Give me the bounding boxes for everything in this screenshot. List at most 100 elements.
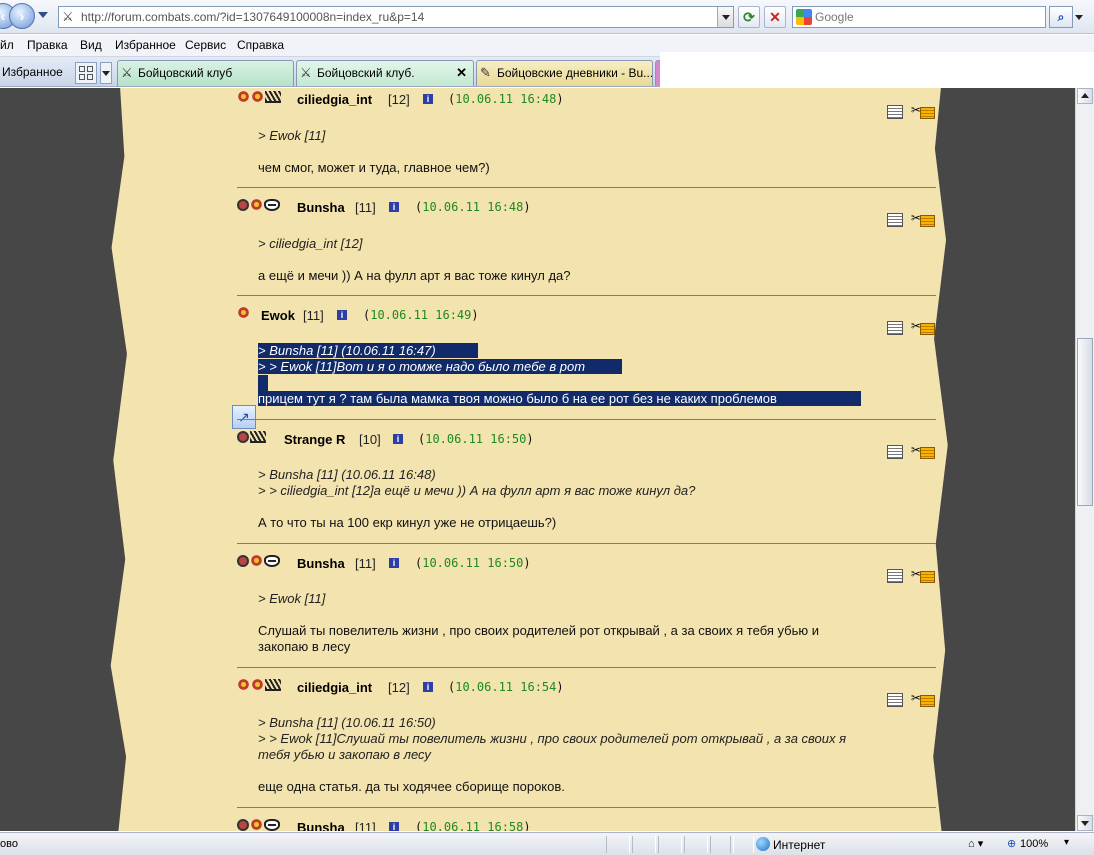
address-bar[interactable]: ⚔ http://forum.combats.com/?id=130764910… xyxy=(58,6,734,28)
user-info-icon[interactable]: i xyxy=(389,558,399,568)
post-author[interactable]: Strange R xyxy=(284,432,345,447)
quote-button[interactable]: ✂ xyxy=(911,103,936,120)
user-info-icon[interactable]: i xyxy=(423,682,433,692)
search-input[interactable]: Google xyxy=(792,6,1046,28)
post-author[interactable]: Ewok xyxy=(261,308,295,323)
post-quote: > Bunsha [11] (10.06.11 16:50) xyxy=(258,715,436,730)
vertical-scrollbar[interactable] xyxy=(1075,88,1094,831)
post-menu-icon[interactable] xyxy=(887,213,903,227)
forum-post: ciliedgia_int [12] i (10.06.11 16:54) ✂ … xyxy=(237,678,936,800)
menu-view[interactable]: Вид xyxy=(80,38,102,52)
forward-button[interactable]: › xyxy=(9,3,35,29)
post-level: [10] xyxy=(359,432,381,447)
tab-combats-2[interactable]: ⚔ Бойцовский клуб. ✕ xyxy=(296,60,474,86)
mask-icon xyxy=(264,555,280,567)
post-quote: > Ewok [11] xyxy=(258,591,326,606)
post-level: [12] xyxy=(388,680,410,695)
post-menu-icon[interactable] xyxy=(887,321,903,335)
post-level: [12] xyxy=(388,92,410,107)
post-quote: > Ewok [11] xyxy=(258,128,326,143)
post-author[interactable]: Bunsha xyxy=(297,200,345,215)
stop-button[interactable]: ✕ xyxy=(764,6,786,28)
selection-gap xyxy=(258,375,268,391)
notepad-icon xyxy=(920,447,935,459)
tab-diaries[interactable]: ✎ Бойцовские дневники - Bu... xyxy=(476,60,653,86)
post-date: (10.06.11 16:54) xyxy=(448,680,564,694)
user-info-icon[interactable]: i xyxy=(337,310,347,320)
refresh-button[interactable]: ⟳ xyxy=(738,6,760,28)
scroll-thumb[interactable] xyxy=(1077,338,1093,506)
forum-post: Bunsha [11] i (10.06.11 16:50) ✂ > Ewok … xyxy=(237,553,936,666)
address-dropdown-button[interactable] xyxy=(717,7,733,27)
arrow-right-icon: › xyxy=(19,8,25,24)
favorites-label[interactable]: Избранное xyxy=(2,65,63,79)
notepad-icon xyxy=(920,323,935,335)
post-separator xyxy=(237,419,936,420)
protected-mode-icon[interactable]: ⌂ ▾ xyxy=(968,837,983,850)
post-menu-icon[interactable] xyxy=(887,569,903,583)
post-author[interactable]: ciliedgia_int xyxy=(297,92,372,107)
align-round-icon xyxy=(237,555,249,567)
quote-button[interactable]: ✂ xyxy=(911,567,936,584)
quote-button[interactable]: ✂ xyxy=(911,443,936,460)
close-tab-icon[interactable]: ✕ xyxy=(456,65,467,81)
menu-tools[interactable]: Сервис xyxy=(185,38,226,52)
user-info-icon[interactable]: i xyxy=(389,202,399,212)
menu-help[interactable]: Справка xyxy=(237,38,284,52)
google-logo-icon xyxy=(796,9,812,25)
quick-tabs-button[interactable] xyxy=(75,62,97,84)
search-placeholder: Google xyxy=(815,10,854,24)
pen-icon: ✎ xyxy=(480,65,491,80)
address-text[interactable]: http://forum.combats.com/?id=13076491000… xyxy=(81,10,424,24)
rank-flower-icon xyxy=(251,678,264,691)
tab-combats-1[interactable]: ⚔ Бойцовский клуб xyxy=(117,60,294,86)
zoom-dropdown[interactable]: ▾ xyxy=(1064,837,1069,848)
tab-list-dropdown[interactable] xyxy=(100,62,112,84)
post-quote-selected: > > Ewok [11]Вот и я о томже надо было т… xyxy=(258,359,622,374)
security-zone[interactable]: Интернет xyxy=(773,838,825,852)
clan-flower-icon xyxy=(237,90,250,103)
spikes-icon xyxy=(265,91,281,103)
user-info-icon[interactable]: i xyxy=(393,434,403,444)
search-button[interactable]: ⌕ xyxy=(1049,6,1073,28)
user-info-icon[interactable]: i xyxy=(423,94,433,104)
user-align-icons xyxy=(237,305,250,323)
history-dropdown-button[interactable] xyxy=(38,12,48,18)
post-body: А то что ты на 100 екр кинул уже не отри… xyxy=(258,515,557,530)
user-align-icons xyxy=(237,429,266,447)
post-body: а ещё и мечи )) А на фулл арт я вас тоже… xyxy=(258,268,571,283)
tab-title: Бойцовский клуб xyxy=(138,66,233,80)
menu-favorites[interactable]: Избранное xyxy=(115,38,176,52)
quote-button[interactable]: ✂ xyxy=(911,319,936,336)
post-quote: > > Ewok [11]Слушай ты повелитель жизни … xyxy=(258,731,847,746)
scroll-down-button[interactable] xyxy=(1077,815,1093,831)
zoom-icon: ⊕ xyxy=(1007,838,1017,850)
post-level: [11] xyxy=(355,556,376,571)
tab-title: Бойцовские дневники - Bu... xyxy=(497,66,653,80)
menu-file[interactable]: йл xyxy=(0,38,14,52)
drag-arrow-icon[interactable]: ↗ xyxy=(232,405,256,429)
post-quote: > > ciliedgia_int [12]а ещё и мечи )) А … xyxy=(258,483,696,498)
quote-button[interactable]: ✂ xyxy=(911,691,936,708)
status-cell xyxy=(632,836,656,853)
quote-button[interactable]: ✂ xyxy=(911,211,936,228)
menu-edit[interactable]: Правка xyxy=(27,38,68,52)
post-author[interactable]: ciliedgia_int xyxy=(297,680,372,695)
user-align-icons xyxy=(237,553,280,571)
post-author[interactable]: Bunsha xyxy=(297,556,345,571)
user-info-icon[interactable]: i xyxy=(389,822,399,831)
post-menu-icon[interactable] xyxy=(887,445,903,459)
post-date: (10.06.11 16:48) xyxy=(415,200,531,214)
post-menu-icon[interactable] xyxy=(887,693,903,707)
scroll-up-button[interactable] xyxy=(1077,88,1093,104)
search-options-button[interactable] xyxy=(1073,6,1085,28)
post-menu-icon[interactable] xyxy=(887,105,903,119)
spikes-icon xyxy=(250,431,266,443)
clan-flower-icon xyxy=(237,306,250,319)
post-quote-selected: > Bunsha [11] (10.06.11 16:47) xyxy=(258,343,478,358)
zoom-level[interactable]: 100% xyxy=(1020,838,1048,850)
post-author[interactable]: Bunsha xyxy=(297,820,345,831)
post-body: еще одна статья. да ты ходячее сборище п… xyxy=(258,779,565,794)
mask-icon xyxy=(264,819,280,831)
forum-post: Strange R [10] i (10.06.11 16:50) ✂ > Bu… xyxy=(237,429,936,542)
